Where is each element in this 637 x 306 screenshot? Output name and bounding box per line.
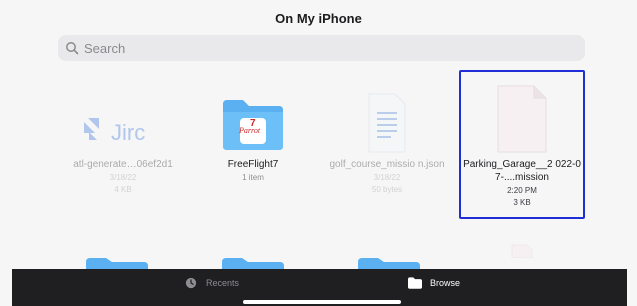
file-thumbnail	[459, 74, 585, 154]
file-item-atl-generate[interactable]: Jirc atl-generate…06ef2d1 3/18/22 4 KB	[60, 74, 186, 224]
document-icon	[368, 93, 406, 153]
file-size: 50 bytes	[371, 185, 403, 194]
file-name: golf_course_missio n.json	[329, 159, 445, 170]
folder-item-freeflight7[interactable]: Parrot 7 FreeFlight7 1 item	[190, 74, 316, 224]
search-icon	[66, 42, 79, 55]
file-date: 3/18/22	[373, 173, 401, 182]
folder-item-count: 1 item	[242, 173, 264, 182]
file-date: 3/18/22	[109, 173, 137, 182]
document-icon[interactable]	[500, 244, 544, 258]
home-indicator	[243, 300, 401, 304]
file-size: 3 KB	[513, 198, 531, 207]
folder-thumbnail: Parrot 7	[190, 74, 316, 154]
page-title: On My iPhone	[275, 11, 362, 26]
search-bar[interactable]	[58, 35, 585, 61]
tab-browse-label: Browse	[430, 278, 461, 288]
tab-recents-label: Recents	[206, 278, 240, 288]
file-name: Parking_Garage__2 022-07-....mission	[463, 159, 581, 183]
freeflight-seven-badge: 7	[250, 118, 256, 129]
tab-browse[interactable]: Browse	[408, 277, 460, 289]
file-thumbnail: Jirc	[60, 74, 186, 154]
folder-name: FreeFlight7	[227, 159, 279, 170]
clock-icon	[185, 277, 197, 289]
jirc-logo-text: Jirc	[111, 120, 146, 145]
file-item-golf-course-mission[interactable]: golf_course_missio n.json 3/18/22 50 byt…	[324, 74, 450, 224]
file-date: 2:20 PM	[507, 186, 537, 195]
file-name: atl-generate…06ef2d1	[73, 159, 173, 170]
tab-recents[interactable]: Recents	[184, 277, 239, 289]
file-size: 4 KB	[114, 185, 132, 194]
file-item-parking-garage-mission[interactable]: Parking_Garage__2 022-07-....mission 2:2…	[459, 74, 585, 224]
blank-document-icon	[497, 85, 547, 153]
file-thumbnail	[324, 74, 450, 154]
folder-icon	[408, 277, 422, 289]
search-input[interactable]	[84, 36, 564, 60]
